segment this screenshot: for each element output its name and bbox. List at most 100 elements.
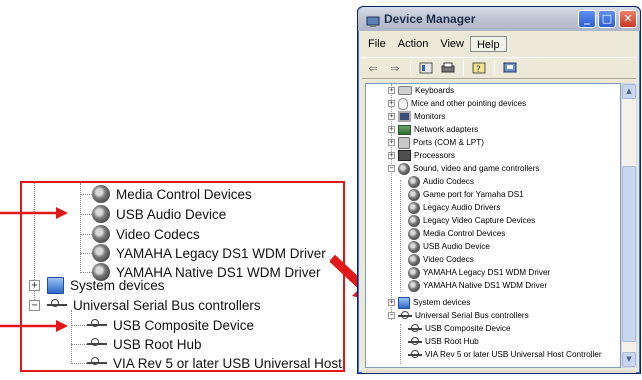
pointer-arrow-usb-composite bbox=[0, 320, 68, 332]
tree-item-ports[interactable]: Ports (COM & LPT) bbox=[398, 136, 484, 149]
expand-ports-button[interactable]: + bbox=[388, 139, 395, 146]
close-button[interactable]: ✕ bbox=[619, 10, 637, 28]
device-tree[interactable]: + + + + + + − + − Keyboards Mice and oth… bbox=[365, 83, 621, 368]
tree-item-label: Keyboards bbox=[415, 86, 455, 95]
usb-device-icon bbox=[408, 349, 422, 360]
expand-system-devices-button[interactable]: + bbox=[388, 299, 395, 306]
scan-icon[interactable] bbox=[499, 59, 521, 77]
keyboard-icon bbox=[398, 86, 412, 95]
tree-item[interactable]: Legacy Video Capture Devices bbox=[408, 214, 535, 227]
tree-item-label: Legacy Audio Drivers bbox=[423, 203, 501, 212]
tree-item[interactable]: YAMAHA Legacy DS1 WDM Driver bbox=[408, 266, 550, 279]
usb-device-icon bbox=[408, 323, 422, 334]
sound-device-icon bbox=[408, 214, 420, 227]
back-icon[interactable]: ⇐ bbox=[362, 59, 384, 77]
tree-item-sound-video-game[interactable]: Sound, video and game controllers bbox=[398, 162, 540, 175]
title-bar[interactable]: Device Manager _ □ ✕ bbox=[358, 7, 640, 31]
sound-device-icon bbox=[408, 240, 420, 253]
usb-device-icon bbox=[87, 336, 107, 352]
tree-item-label: Universal Serial Bus controllers bbox=[415, 311, 529, 320]
tree-item[interactable]: YAMAHA Native DS1 WDM Driver bbox=[408, 279, 547, 292]
tree-item-label: VIA Rev 5 or later USB Universal Host Co… bbox=[113, 355, 343, 371]
help-icon[interactable]: ? bbox=[468, 59, 490, 77]
tree-item-label: Sound, video and game controllers bbox=[413, 164, 540, 173]
tree-item[interactable]: VIA Rev 5 or later USB Universal Host Co… bbox=[408, 348, 602, 361]
tree-item[interactable]: USB Root Hub bbox=[408, 335, 479, 348]
system-icon bbox=[47, 276, 64, 294]
expand-system-devices-button[interactable]: + bbox=[29, 280, 40, 291]
tree-item-label: Video Codecs bbox=[116, 226, 200, 242]
tree-item-monitors[interactable]: Monitors bbox=[398, 110, 445, 123]
tree-item-label: USB Root Hub bbox=[113, 336, 202, 352]
menu-action[interactable]: Action bbox=[392, 36, 435, 52]
vertical-scrollbar[interactable]: ▲ ▼ bbox=[621, 83, 637, 368]
tree-item-usb-audio-device[interactable]: USB Audio Device bbox=[408, 240, 490, 253]
tree-item[interactable]: VIA Rev 5 or later USB Universal Host Co… bbox=[87, 352, 343, 371]
tree-item-label: Ports (COM & LPT) bbox=[413, 138, 484, 147]
scroll-down-button[interactable]: ▼ bbox=[622, 352, 636, 367]
tree-item[interactable]: Video Codecs bbox=[408, 253, 474, 266]
tree-item-label: Game port for Yamaha DS1 bbox=[423, 190, 524, 199]
tree-item[interactable]: Legacy Audio Drivers bbox=[408, 201, 500, 214]
collapse-usb-controllers-button[interactable]: − bbox=[29, 300, 40, 311]
tree-item-system-devices[interactable]: System devices bbox=[47, 274, 165, 296]
tree-item[interactable]: Audio Codecs bbox=[408, 175, 474, 188]
tree-line bbox=[80, 183, 81, 273]
tree-item-usb-audio-device[interactable]: USB Audio Device bbox=[92, 203, 226, 225]
tree-item[interactable]: Media Control Devices bbox=[92, 183, 252, 205]
menu-file[interactable]: File bbox=[362, 36, 392, 52]
menu-help[interactable]: Help bbox=[469, 36, 507, 52]
port-icon bbox=[398, 136, 410, 149]
tree-item-usb-composite-device[interactable]: USB Composite Device bbox=[408, 322, 511, 335]
tree-item-mice[interactable]: Mice and other pointing devices bbox=[398, 97, 526, 110]
toolbar-separator bbox=[410, 60, 411, 76]
tree-item-label: YAMAHA Legacy DS1 WDM Driver bbox=[423, 268, 551, 277]
tree-item-processors[interactable]: Processors bbox=[398, 149, 455, 162]
sound-device-icon bbox=[92, 205, 110, 223]
collapse-sound-button[interactable]: − bbox=[388, 165, 395, 172]
tree-item-label: USB Audio Device bbox=[423, 242, 490, 251]
tree-line bbox=[80, 234, 92, 235]
tree-item-usb-controllers[interactable]: Universal Serial Bus controllers bbox=[398, 309, 529, 322]
toolbar: ⇐ ⇒ ? bbox=[362, 57, 636, 79]
tree-item-label: Audio Codecs bbox=[423, 177, 474, 186]
tree-item-keyboards[interactable]: Keyboards bbox=[398, 84, 454, 97]
expand-mice-button[interactable]: + bbox=[388, 100, 395, 107]
device-manager-icon bbox=[366, 13, 380, 27]
tree-line bbox=[400, 324, 401, 364]
expand-monitors-button[interactable]: + bbox=[388, 113, 395, 120]
forward-icon[interactable]: ⇒ bbox=[384, 59, 406, 77]
tree-item[interactable]: Game port for Yamaha DS1 bbox=[408, 188, 524, 201]
toolbar-separator bbox=[494, 60, 495, 76]
tree-item-system-devices[interactable]: System devices bbox=[398, 296, 470, 309]
mouse-icon bbox=[398, 97, 408, 110]
tree-item-label: Video Codecs bbox=[423, 255, 474, 264]
scroll-up-button[interactable]: ▲ bbox=[622, 84, 636, 99]
sound-device-icon bbox=[92, 225, 110, 243]
sound-device-icon bbox=[408, 188, 420, 201]
sound-device-icon bbox=[92, 244, 110, 262]
menu-view[interactable]: View bbox=[434, 36, 470, 52]
expand-keyboards-button[interactable]: + bbox=[388, 87, 395, 94]
minimize-button[interactable]: _ bbox=[578, 10, 596, 28]
tree-line bbox=[80, 214, 92, 215]
properties-icon[interactable] bbox=[415, 59, 437, 77]
collapse-usb-controllers-button[interactable]: − bbox=[388, 312, 395, 319]
tree-item[interactable]: Media Control Devices bbox=[408, 227, 505, 240]
sound-device-icon bbox=[408, 175, 420, 188]
scroll-thumb[interactable] bbox=[622, 166, 636, 342]
tree-item-label: YAMAHA Native DS1 WDM Driver bbox=[423, 281, 548, 290]
window-title: Device Manager bbox=[384, 12, 476, 26]
sound-icon bbox=[398, 162, 410, 175]
tree-item-usb-controllers[interactable]: Universal Serial Bus controllers bbox=[47, 294, 261, 316]
expand-processors-button[interactable]: + bbox=[388, 152, 395, 159]
usb-icon bbox=[398, 310, 412, 321]
tree-item-network-adapters[interactable]: Network adapters bbox=[398, 123, 478, 136]
menu-bar: File Action View Help bbox=[362, 35, 636, 53]
tree-item-label: Universal Serial Bus controllers bbox=[73, 297, 261, 313]
sound-device-icon bbox=[92, 185, 110, 203]
expand-network-button[interactable]: + bbox=[388, 126, 395, 133]
sound-device-icon bbox=[408, 227, 420, 240]
maximize-button[interactable]: □ bbox=[598, 10, 616, 28]
print-icon[interactable] bbox=[437, 59, 459, 77]
